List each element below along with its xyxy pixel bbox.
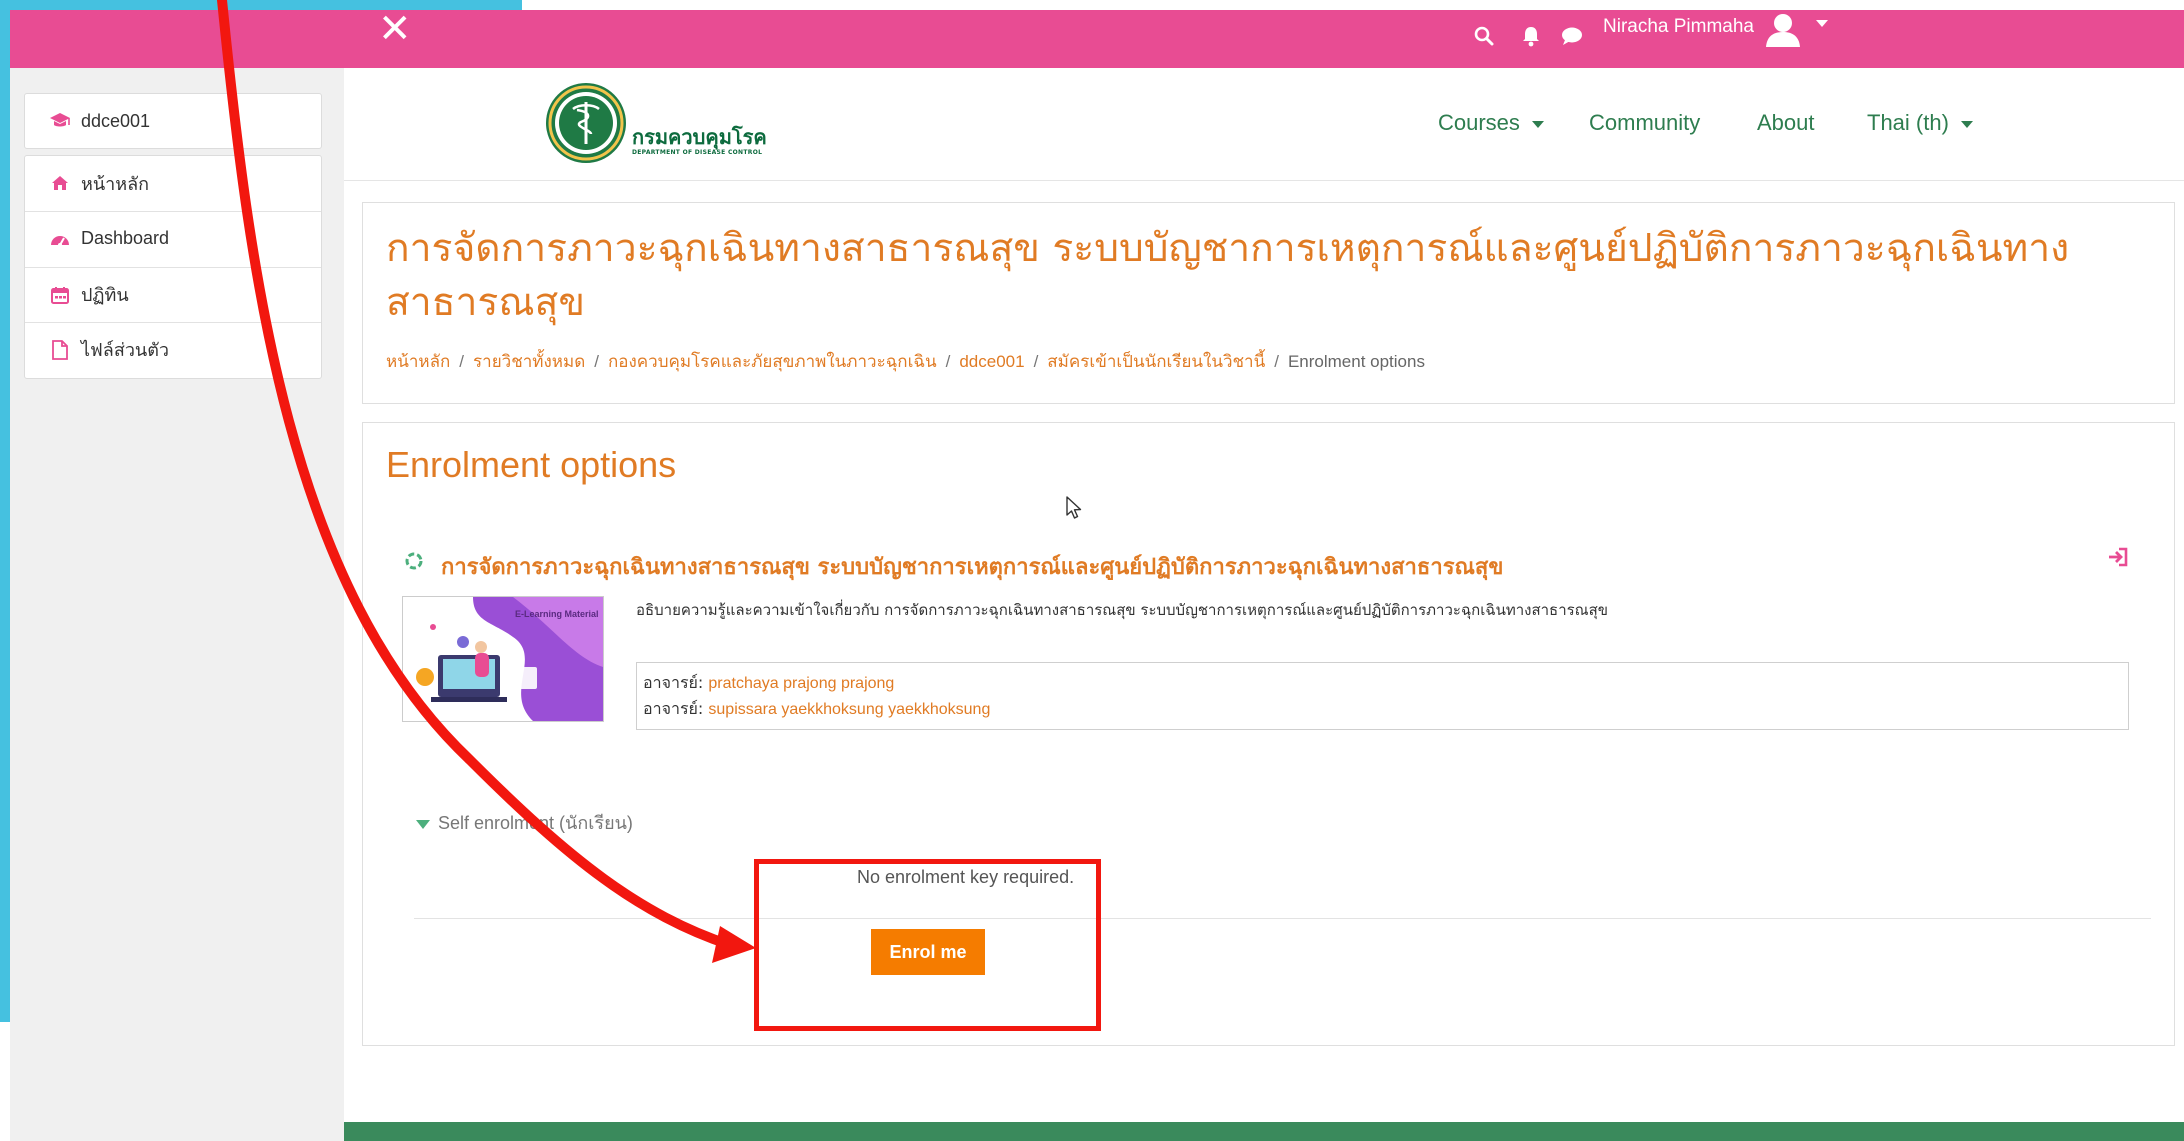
breadcrumb-enrol-self[interactable]: สมัครเข้าเป็นนักเรียนในวิชานี้ <box>1047 352 1265 371</box>
form-divider <box>414 918 2151 919</box>
top-navbar <box>10 10 2184 68</box>
sidebar-item-dashboard[interactable]: Dashboard <box>25 211 321 265</box>
chevron-down-icon <box>1960 120 1973 128</box>
breadcrumb-category[interactable]: กองควบคุมโรคและภัยสุขภาพในภาวะฉุกเฉิน <box>608 352 937 371</box>
messages-icon[interactable] <box>1561 26 1583 46</box>
nav-community-label: Community <box>1589 110 1701 135</box>
footer-bar <box>344 1122 2184 1141</box>
course-name-link[interactable]: การจัดการภาวะฉุกเฉินทางสาธารณสุข ระบบบัญ… <box>441 549 1503 584</box>
screenshot-frame-left <box>0 0 10 1022</box>
annotation-highlight-box <box>754 859 1101 1031</box>
breadcrumb-home[interactable]: หน้าหลัก <box>386 352 450 371</box>
search-icon[interactable] <box>1474 26 1494 46</box>
sidebar-item-label: ไฟล์ส่วนตัว <box>81 340 170 360</box>
calendar-icon <box>49 284 71 306</box>
sidebar-item-label: ปฏิทิน <box>81 285 129 305</box>
course-image[interactable]: E-Learning Material <box>402 596 604 722</box>
user-name[interactable]: Niracha Pimmaha <box>1603 16 1754 38</box>
close-drawer-icon[interactable]: ✕ <box>378 9 412 49</box>
nav-about[interactable]: About <box>1757 110 1815 136</box>
nav-about-label: About <box>1757 110 1815 135</box>
sidebar-item-course[interactable]: ddce001 <box>25 94 321 148</box>
enrolment-options-heading: Enrolment options <box>386 444 677 485</box>
dashboard-gauge-icon <box>49 228 71 250</box>
user-menu-caret-icon[interactable] <box>1816 20 1828 27</box>
nav-courses-label: Courses <box>1438 110 1520 135</box>
logo-text-english: DEPARTMENT OF DISEASE CONTROL <box>632 149 763 156</box>
teacher-role-label: อาจารย์: <box>643 673 709 692</box>
breadcrumb-separator: / <box>459 352 465 371</box>
nav-courses[interactable]: Courses <box>1438 110 1544 136</box>
page-title: การจัดการภาวะฉุกเฉินทางสาธารณสุข ระบบบัญ… <box>386 226 2070 325</box>
sidebar-course-card: ddce001 <box>24 93 322 149</box>
sidebar-item-label: หน้าหลัก <box>81 173 150 194</box>
nav-community[interactable]: Community <box>1589 110 1700 136</box>
teacher-link[interactable]: supissara yaekkhoksung yaekkhoksung <box>708 701 990 718</box>
home-icon <box>49 172 71 194</box>
teacher-link[interactable]: pratchaya prajong prajong <box>708 675 894 692</box>
chevron-down-icon <box>1531 120 1544 128</box>
nav-language[interactable]: Thai (th) <box>1867 110 1973 136</box>
notification-bell-icon[interactable] <box>1521 25 1541 47</box>
breadcrumb-separator: / <box>594 352 599 371</box>
caret-down-icon <box>416 819 430 829</box>
mouse-cursor-icon <box>1066 496 1082 519</box>
teacher-role-label: อาจารย์: <box>643 699 709 718</box>
nav-language-label: Thai (th) <box>1867 110 1949 135</box>
teacher-row: อาจารย์: supissara yaekkhoksung yaekkhok… <box>643 697 990 722</box>
user-avatar[interactable] <box>1763 10 1803 50</box>
teacher-row: อาจารย์: pratchaya prajong prajong <box>643 671 894 696</box>
breadcrumb-separator: / <box>945 352 951 371</box>
self-enrolment-toggle[interactable]: Self enrolment (นักเรียน) <box>416 808 633 837</box>
sign-in-icon[interactable] <box>2107 547 2129 567</box>
breadcrumb-current: Enrolment options <box>1287 352 1425 371</box>
breadcrumb-course[interactable]: ddce001 <box>959 352 1024 371</box>
sidebar-item-home[interactable]: หน้าหลัก <box>25 156 321 210</box>
breadcrumb-all-courses[interactable]: รายวิชาทั้งหมด <box>473 352 585 371</box>
breadcrumb-separator: / <box>1033 352 1039 371</box>
sidebar-item-label: ddce001 <box>81 110 151 131</box>
course-category-icon <box>405 552 423 570</box>
file-icon <box>49 339 71 361</box>
sidebar-item-calendar[interactable]: ปฏิทิน <box>25 267 321 321</box>
sidebar-item-private-files[interactable]: ไฟล์ส่วนตัว <box>25 322 321 376</box>
sidebar-item-label: Dashboard <box>81 228 170 248</box>
sidebar-nav-card: หน้าหลัก Dashboard ปฏิทิน ไฟล์ส่วนตัว <box>24 155 322 379</box>
breadcrumb: หน้าหลัก / รายวิชาทั้งหมด / กองควบคุมโรคและภ… <box>386 348 1425 375</box>
graduation-cap-icon <box>49 110 71 132</box>
course-image-caption: E-Learning Material <box>515 609 599 619</box>
ddc-logo-seal[interactable] <box>545 82 627 164</box>
breadcrumb-separator: / <box>1274 352 1279 371</box>
course-summary: อธิบายความรู้และความเข้าใจเกี่ยวกับ การจ… <box>636 601 1609 619</box>
self-enrolment-label: Self enrolment (นักเรียน) <box>438 813 633 833</box>
main-content-card <box>362 422 2175 1046</box>
screenshot-frame-top <box>0 0 522 10</box>
